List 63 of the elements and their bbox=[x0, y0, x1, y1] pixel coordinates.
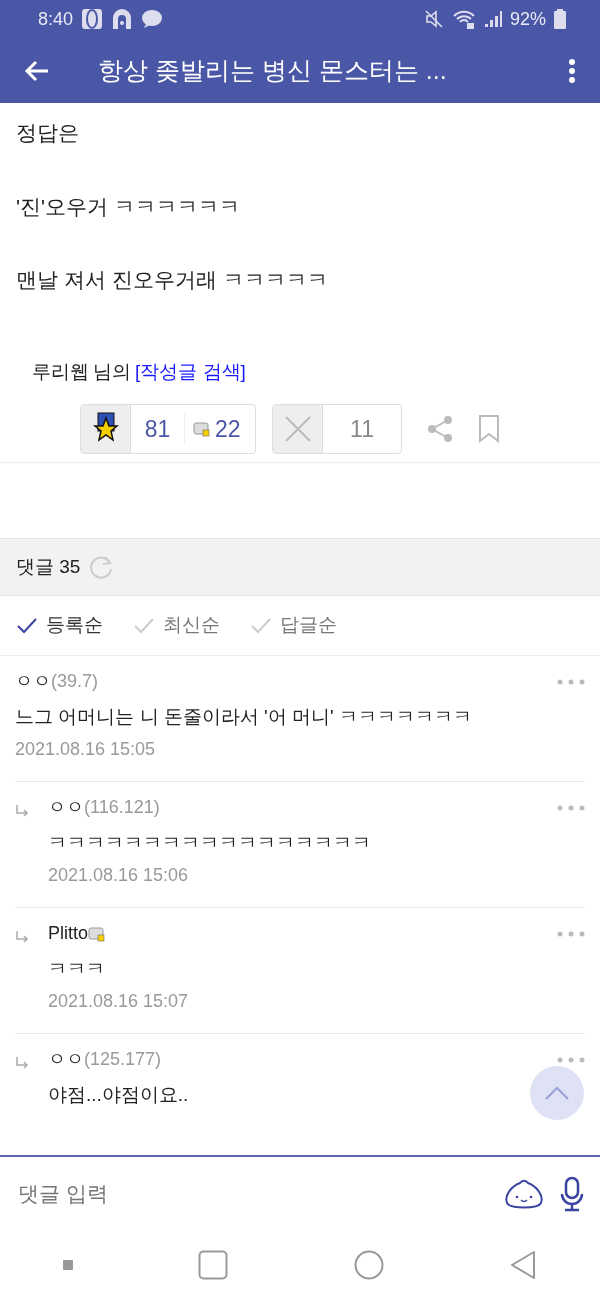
mute-icon bbox=[423, 9, 444, 29]
level-icon bbox=[193, 421, 211, 437]
post-paragraph: 정답은 bbox=[16, 120, 80, 146]
back-button[interactable] bbox=[24, 58, 50, 83]
check-icon bbox=[16, 616, 38, 635]
comment-more-button[interactable] bbox=[557, 678, 585, 685]
page-title: 항상 좆발리는 병신 몬스터는 ... bbox=[98, 54, 448, 86]
bookmark-button[interactable] bbox=[478, 415, 500, 443]
comment-author: ㅇㅇ bbox=[48, 1048, 84, 1071]
comment-date: 2021.08.16 15:06 bbox=[48, 863, 190, 887]
author-suffix: 님의 bbox=[93, 359, 131, 384]
check-icon bbox=[133, 616, 155, 635]
sort-tab[interactable]: 최신순 bbox=[133, 611, 220, 640]
ip-address: (125.177) bbox=[84, 1048, 162, 1071]
author-name: 루리웹 bbox=[32, 359, 89, 384]
lock-arch-icon bbox=[111, 8, 134, 30]
square-button-icon[interactable] bbox=[198, 1250, 229, 1280]
post-paragraph: 맨날 져서 진오우거래 ㅋㅋㅋㅋㅋ bbox=[16, 267, 329, 293]
upvote-count: 81 bbox=[131, 413, 185, 445]
sort-tab[interactable]: 답글순 bbox=[250, 611, 337, 640]
comment-date: 2021.08.16 15:07 bbox=[48, 989, 190, 1013]
comment-author: Plitto bbox=[48, 922, 89, 945]
comment-text: 야점...야점이요.. bbox=[48, 1083, 189, 1107]
share-button[interactable] bbox=[426, 415, 454, 443]
home-circle-icon[interactable] bbox=[353, 1250, 384, 1280]
microphone-button[interactable] bbox=[560, 1175, 584, 1212]
app-icon bbox=[81, 8, 104, 30]
badge-count: 22 bbox=[215, 414, 241, 444]
search-posts-link[interactable]: [작성글 검색] bbox=[135, 357, 246, 386]
comment-text: ㅋㅋㅋ bbox=[48, 957, 105, 981]
chat-bubble-icon bbox=[141, 9, 164, 29]
signal-icon bbox=[483, 10, 502, 28]
comment-author: ㅇㅇ bbox=[15, 670, 51, 693]
comment-count: 댓글 35 bbox=[16, 554, 81, 579]
sort-tab[interactable]: 등록순 bbox=[16, 611, 103, 640]
comment-author: ㅇㅇ bbox=[48, 796, 84, 819]
reply-arrow-icon bbox=[15, 804, 29, 818]
clock-time: 8:40 bbox=[38, 7, 74, 31]
level-icon bbox=[88, 925, 107, 942]
comment-text: ㅋㅋㅋㅋㅋㅋㅋㅋㅋㅋㅋㅋㅋㅋㅋㅋㅋ bbox=[48, 831, 371, 855]
more-menu-button[interactable] bbox=[568, 57, 576, 84]
refresh-button[interactable] bbox=[88, 554, 115, 580]
reply-arrow-icon bbox=[15, 930, 29, 944]
post-paragraph: '진'오우거 ㅋㅋㅋㅋㅋㅋ bbox=[16, 193, 241, 220]
back-triangle-icon[interactable] bbox=[509, 1250, 538, 1280]
check-icon bbox=[250, 616, 272, 635]
x-icon bbox=[283, 415, 312, 443]
chevron-up-icon bbox=[544, 1085, 570, 1101]
ip-address: (39.7) bbox=[51, 670, 99, 693]
comment-date: 2021.08.16 15:05 bbox=[15, 737, 157, 761]
comment-more-button[interactable] bbox=[557, 804, 585, 811]
scroll-top-button[interactable] bbox=[530, 1066, 584, 1120]
comment-text: 느그 어머니는 니 돈줄이라서 '어 머니' ㅋㅋㅋㅋㅋㅋㅋ bbox=[15, 705, 472, 729]
comment-more-button[interactable] bbox=[557, 930, 585, 937]
battery-icon bbox=[554, 9, 566, 29]
downvote-button[interactable]: 11 bbox=[272, 404, 402, 454]
battery-percent: 92% bbox=[509, 7, 546, 31]
downvote-count: 11 bbox=[349, 414, 375, 444]
reply-arrow-icon bbox=[15, 1056, 29, 1070]
wifi-icon bbox=[451, 9, 476, 29]
upvote-button[interactable]: 81 22 bbox=[80, 404, 256, 454]
comment-more-button[interactable] bbox=[557, 1056, 585, 1063]
ip-address: (116.121) bbox=[84, 796, 160, 819]
